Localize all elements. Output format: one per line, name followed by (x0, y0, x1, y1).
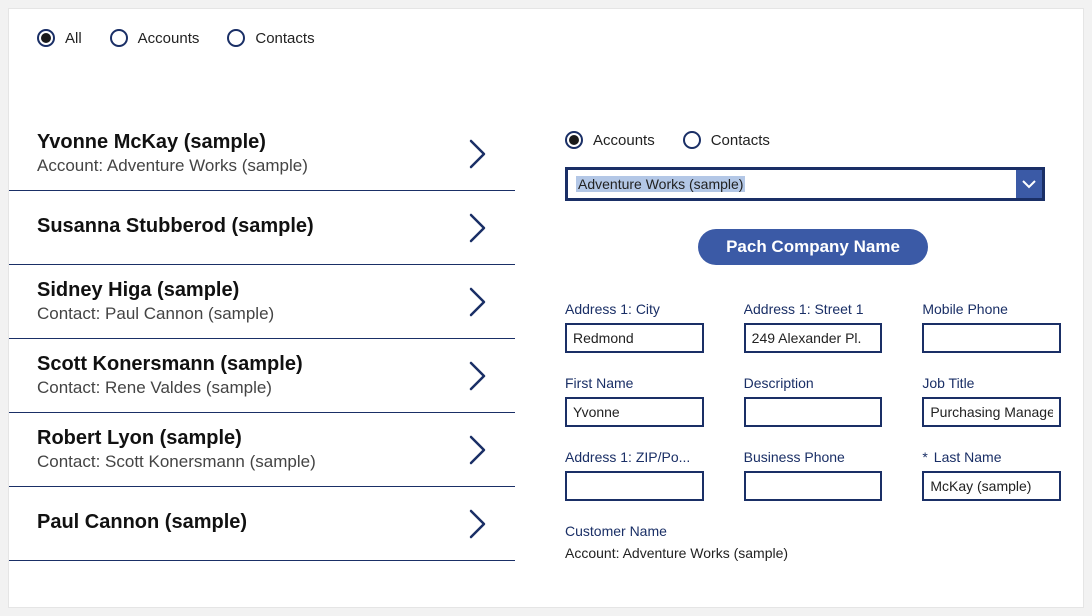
top-filter-bar: All Accounts Contacts (9, 9, 1083, 67)
field: Business Phone (744, 449, 883, 501)
field-input[interactable] (565, 323, 704, 353)
chevron-right-icon (467, 433, 489, 467)
list-item[interactable]: Paul Cannon (sample) (9, 487, 515, 561)
list-item-text: Scott Konersmann (sample)Contact: Rene V… (37, 353, 467, 398)
records-list[interactable]: Yvonne McKay (sample)Account: Adventure … (9, 117, 515, 607)
pach-company-name-button[interactable]: Pach Company Name (698, 229, 928, 265)
field: Job Title (922, 375, 1061, 427)
field-label: Mobile Phone (922, 301, 1008, 317)
field-label-row: * Last Name (922, 449, 1061, 465)
field-label: Description (744, 375, 814, 391)
field: First Name (565, 375, 704, 427)
field-input[interactable] (744, 397, 883, 427)
field-label: Address 1: Street 1 (744, 301, 864, 317)
list-item-text: Sidney Higa (sample)Contact: Paul Cannon… (37, 279, 467, 324)
customer-name-block: Customer Name Account: Adventure Works (… (565, 523, 1061, 561)
field-input[interactable] (565, 471, 704, 501)
radio-label: Contacts (711, 132, 770, 149)
radio-icon (37, 29, 55, 47)
field-label: First Name (565, 375, 633, 391)
required-indicator: * (922, 449, 927, 465)
field-label-row: First Name (565, 375, 704, 391)
chevron-down-icon[interactable] (1016, 170, 1042, 198)
field-label: Last Name (934, 449, 1002, 465)
field-label-row: Address 1: City (565, 301, 704, 317)
radio-icon (227, 29, 245, 47)
list-item-text: Paul Cannon (sample) (37, 511, 467, 536)
list-item[interactable]: Sidney Higa (sample)Contact: Paul Cannon… (9, 265, 515, 339)
field-label-row: Address 1: ZIP/Po... (565, 449, 704, 465)
list-item-text: Robert Lyon (sample)Contact: Scott Koner… (37, 427, 467, 472)
field-label-row: Job Title (922, 375, 1061, 391)
radio-icon (565, 131, 583, 149)
list-item-subtitle: Account: Adventure Works (sample) (37, 156, 467, 176)
detail-filter-contacts[interactable]: Contacts (683, 131, 770, 149)
list-item[interactable]: Yvonne McKay (sample)Account: Adventure … (9, 117, 515, 191)
list-item-title: Susanna Stubberod (sample) (37, 215, 467, 238)
radio-label: Accounts (593, 132, 655, 149)
chevron-right-icon (467, 359, 489, 393)
field: Mobile Phone (922, 301, 1061, 353)
field-input[interactable] (565, 397, 704, 427)
field-label: Job Title (922, 375, 974, 391)
radio-icon (110, 29, 128, 47)
app-container: All Accounts Contacts Yvonne McKay (sample… (8, 8, 1084, 608)
field: Address 1: ZIP/Po... (565, 449, 704, 501)
list-item[interactable]: Susanna Stubberod (sample) (9, 191, 515, 265)
detail-filter-bar: Accounts Contacts (565, 131, 1061, 149)
list-item-text: Susanna Stubberod (sample) (37, 215, 467, 240)
top-filter-all[interactable]: All (37, 29, 82, 47)
field-input[interactable] (744, 323, 883, 353)
list-item[interactable]: Scott Konersmann (sample)Contact: Rene V… (9, 339, 515, 413)
list-item[interactable]: Robert Lyon (sample)Contact: Scott Koner… (9, 413, 515, 487)
top-filter-contacts[interactable]: Contacts (227, 29, 314, 47)
field: Address 1: City (565, 301, 704, 353)
fields-grid: Address 1: City Address 1: Street 1 Mobile… (565, 301, 1061, 501)
account-dropdown[interactable]: Adventure Works (sample) (565, 167, 1045, 201)
field-label-row: Business Phone (744, 449, 883, 465)
list-item-title: Yvonne McKay (sample) (37, 131, 467, 154)
field-label: Business Phone (744, 449, 845, 465)
customer-name-label: Customer Name (565, 523, 1061, 539)
chevron-right-icon (467, 211, 489, 245)
main-split: Yvonne McKay (sample)Account: Adventure … (9, 117, 1083, 607)
detail-pane: Accounts Contacts Adventure Works (sample… (515, 117, 1083, 607)
field: Address 1: Street 1 (744, 301, 883, 353)
list-item-title: Scott Konersmann (sample) (37, 353, 467, 376)
field-input[interactable] (744, 471, 883, 501)
chevron-right-icon (467, 507, 489, 541)
field-input[interactable] (922, 471, 1061, 501)
radio-icon (683, 131, 701, 149)
chevron-right-icon (467, 137, 489, 171)
list-item-subtitle: Contact: Paul Cannon (sample) (37, 304, 467, 324)
field: * Last Name (922, 449, 1061, 501)
dropdown-selected-text: Adventure Works (sample) (568, 170, 1016, 198)
field-input[interactable] (922, 397, 1061, 427)
list-item-text: Yvonne McKay (sample)Account: Adventure … (37, 131, 467, 176)
list-item-title: Robert Lyon (sample) (37, 427, 467, 450)
field-label: Address 1: ZIP/Po... (565, 449, 690, 465)
list-item-subtitle: Contact: Rene Valdes (sample) (37, 378, 467, 398)
field: Description (744, 375, 883, 427)
list-item-subtitle: Contact: Scott Konersmann (sample) (37, 452, 467, 472)
radio-label: Accounts (138, 30, 200, 47)
chevron-right-icon (467, 285, 489, 319)
field-label-row: Description (744, 375, 883, 391)
radio-label: All (65, 30, 82, 47)
list-item-title: Paul Cannon (sample) (37, 511, 467, 534)
field-label: Address 1: City (565, 301, 660, 317)
list-item-title: Sidney Higa (sample) (37, 279, 467, 302)
customer-name-value: Account: Adventure Works (sample) (565, 545, 1061, 561)
field-input[interactable] (922, 323, 1061, 353)
top-filter-accounts[interactable]: Accounts (110, 29, 200, 47)
field-label-row: Address 1: Street 1 (744, 301, 883, 317)
detail-filter-accounts[interactable]: Accounts (565, 131, 655, 149)
field-label-row: Mobile Phone (922, 301, 1061, 317)
radio-label: Contacts (255, 30, 314, 47)
